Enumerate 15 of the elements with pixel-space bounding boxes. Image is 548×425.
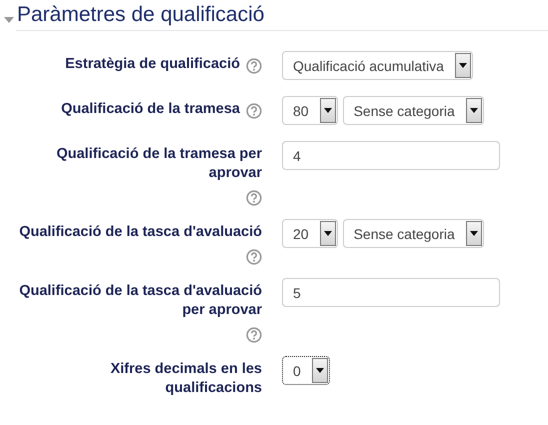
field-label: Qualificació de la tasca d'avaluació per aprovar xyxy=(18,282,262,320)
dropdown[interactable]: Sense categoria xyxy=(342,219,484,248)
dropdown[interactable]: 80 xyxy=(282,96,338,125)
text-field[interactable]: 5 xyxy=(282,278,500,307)
field-label: Xifres decimals en les qualificacions xyxy=(109,360,262,398)
dropdown[interactable]: 0 xyxy=(282,356,330,385)
section-title[interactable]: Paràmetres de qualificació xyxy=(17,2,264,28)
text-field[interactable]: 4 xyxy=(282,141,500,170)
field-label: Qualificació de la tramesa per aprovar xyxy=(55,145,262,183)
dropdown[interactable]: Sense categoria xyxy=(342,96,484,125)
field-label: Qualificació de la tasca d'avaluació xyxy=(19,223,262,242)
dropdown[interactable]: 20 xyxy=(282,219,338,248)
field-label: Estratègia de qualificació xyxy=(65,55,240,74)
dropdown[interactable]: Qualificació acumulativa xyxy=(282,51,473,80)
field-label: Qualificació de la tramesa xyxy=(61,100,240,119)
